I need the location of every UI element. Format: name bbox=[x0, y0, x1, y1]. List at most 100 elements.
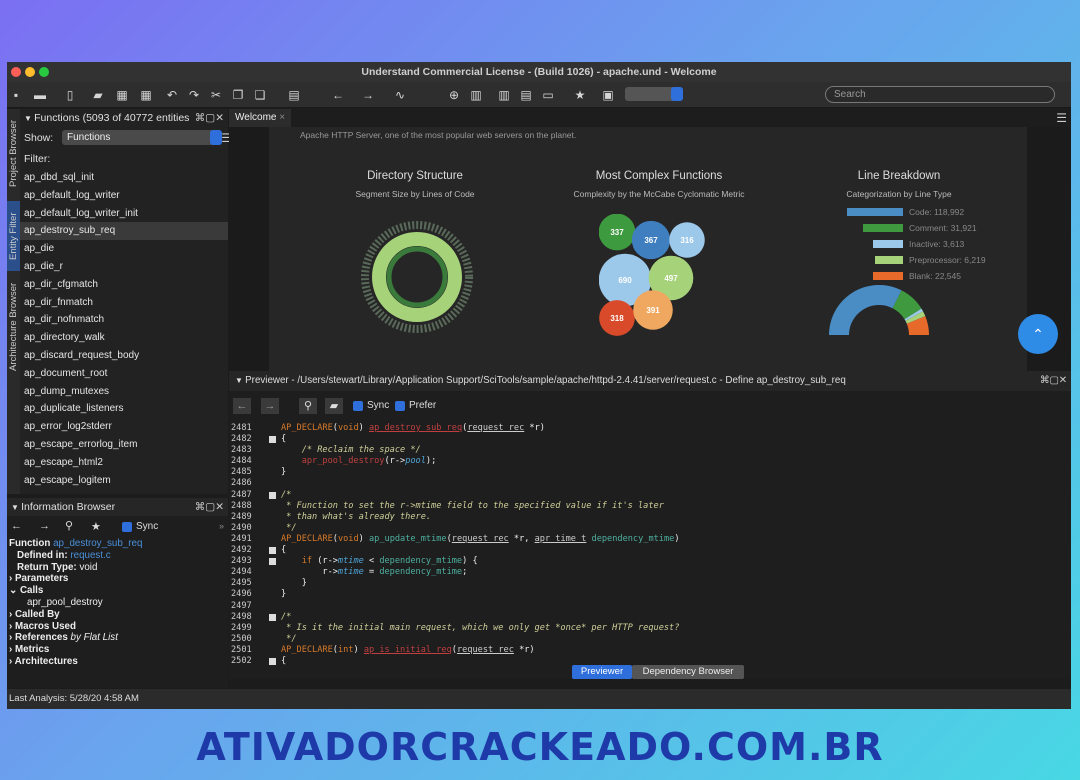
prev-back-icon[interactable]: ← bbox=[233, 398, 251, 414]
info-panel-controls-icon[interactable]: ⌘▢✕ bbox=[195, 498, 224, 516]
document-icon[interactable]: ▤ bbox=[287, 88, 301, 102]
tab-previewer[interactable]: Previewer bbox=[572, 665, 632, 679]
open-folder-icon[interactable]: ▰ bbox=[91, 88, 105, 102]
call-item[interactable]: apr_pool_destroy bbox=[9, 597, 228, 609]
function-list-item[interactable]: ap_duplicate_listeners bbox=[20, 400, 228, 418]
close-tab-icon[interactable]: × bbox=[279, 112, 285, 123]
layout-split-icon[interactable]: ▤ bbox=[519, 88, 533, 102]
tab-welcome[interactable]: Welcome × bbox=[229, 109, 292, 127]
save-icon[interactable]: ▦ bbox=[115, 88, 129, 102]
function-list-item[interactable]: ap_dir_nofnmatch bbox=[20, 311, 228, 329]
show-select[interactable]: Functions bbox=[62, 130, 218, 145]
function-list-item[interactable]: ap_dump_mutexes bbox=[20, 383, 228, 401]
previewer-controls-icon[interactable]: ⌘▢✕ bbox=[1040, 371, 1067, 391]
function-list-item[interactable]: ap_directory_walk bbox=[20, 329, 228, 347]
search-icon[interactable]: ⚲ bbox=[65, 519, 73, 532]
expand-icon[interactable]: » bbox=[219, 521, 224, 531]
pie-slice[interactable] bbox=[829, 285, 902, 335]
function-list-item[interactable]: ap_dir_fnmatch bbox=[20, 294, 228, 312]
function-list-item[interactable]: ap_document_root bbox=[20, 365, 228, 383]
dir-chart-title: Directory Structure bbox=[367, 170, 463, 182]
references-node[interactable]: › References by Flat List bbox=[9, 632, 228, 644]
panel-controls-icon[interactable]: ⌘▢✕ bbox=[195, 109, 224, 127]
code-view[interactable]: 2481 AP_DECLARE(void) ap_destroy_sub_req(… bbox=[229, 423, 1071, 679]
functions-title: Functions (5093 of 40772 entities bbox=[34, 112, 190, 124]
globe-icon[interactable]: ⊕ bbox=[447, 88, 461, 102]
book-icon[interactable]: ▬ bbox=[33, 88, 47, 102]
directory-structure-chart[interactable] bbox=[359, 219, 479, 339]
code-line: 2492{ bbox=[231, 545, 287, 556]
bubble-label: 318 bbox=[610, 314, 624, 323]
code-line: 2482{ bbox=[231, 434, 287, 445]
save-all-icon[interactable]: ▦ bbox=[139, 88, 153, 102]
report-icon[interactable]: ▥ bbox=[469, 88, 483, 102]
search-input[interactable]: Search bbox=[825, 86, 1055, 103]
tab-dependency-browser[interactable]: Dependency Browser bbox=[632, 665, 744, 679]
defined-label: Defined in: bbox=[17, 549, 68, 561]
bookmark-icon[interactable]: ▣ bbox=[601, 88, 615, 102]
paste-icon[interactable]: ❏ bbox=[253, 88, 267, 102]
welcome-menu-icon[interactable]: ☰ bbox=[1056, 111, 1067, 125]
cut-icon[interactable]: ✂ bbox=[209, 88, 223, 102]
function-list-item[interactable]: ap_escape_logitem bbox=[20, 472, 228, 490]
forward-arrow-icon[interactable]: → bbox=[361, 88, 375, 102]
star-menu-icon[interactable]: ★ bbox=[91, 520, 101, 533]
prev-sync-checkbox[interactable] bbox=[353, 401, 363, 411]
star-icon[interactable]: ★ bbox=[573, 88, 587, 102]
new-project-icon[interactable]: ▪ bbox=[9, 88, 23, 102]
prev-folder-icon[interactable]: ▰ bbox=[325, 398, 343, 414]
legend-swatch bbox=[847, 208, 903, 216]
parameters-node[interactable]: › Parameters bbox=[9, 573, 228, 585]
prev-forward-icon[interactable]: → bbox=[261, 398, 279, 414]
function-list-item[interactable]: ap_die bbox=[20, 240, 228, 258]
prev-sync-label: Sync bbox=[367, 400, 390, 411]
tab-project-browser[interactable]: Project Browser bbox=[7, 109, 20, 197]
tab-architecture-browser[interactable]: Architecture Browser bbox=[7, 277, 20, 377]
prev-search-icon[interactable]: ⚲ bbox=[299, 398, 317, 414]
function-list-item[interactable]: ap_die_r bbox=[20, 258, 228, 276]
back-icon[interactable]: ← bbox=[11, 520, 22, 532]
function-label: Function bbox=[9, 538, 51, 549]
function-list-item[interactable]: ap_escape_errorlog_item bbox=[20, 436, 228, 454]
forward-icon[interactable]: → bbox=[39, 520, 50, 532]
minimize-window-button[interactable] bbox=[25, 67, 35, 77]
graph-icon[interactable]: ∿ bbox=[393, 88, 407, 102]
architectures-node[interactable]: › Architectures bbox=[9, 656, 228, 668]
layout-single-icon[interactable]: ▭ bbox=[541, 88, 555, 102]
undo-icon[interactable]: ↶ bbox=[165, 88, 179, 102]
function-list-item[interactable]: ap_destroy_sub_req bbox=[20, 222, 228, 241]
code-line: 2486 bbox=[231, 478, 252, 489]
scroll-top-button[interactable]: ⌃ bbox=[1018, 314, 1058, 354]
macros-node[interactable]: › Macros Used bbox=[9, 621, 228, 633]
back-arrow-icon[interactable]: ← bbox=[331, 88, 345, 102]
metrics-node[interactable]: › Metrics bbox=[9, 644, 228, 656]
function-list-item[interactable]: ap_dbd_sql_init bbox=[20, 169, 228, 187]
function-list-item[interactable]: ap_discard_request_body bbox=[20, 347, 228, 365]
copy-icon[interactable]: ❐ bbox=[231, 88, 245, 102]
defined-link[interactable]: request.c bbox=[70, 550, 110, 561]
function-list-item[interactable]: ap_escape_html2 bbox=[20, 454, 228, 472]
scope-dropdown[interactable] bbox=[625, 87, 683, 101]
close-window-button[interactable] bbox=[11, 67, 21, 77]
toolbar: ▪ ▬ ▯ ▰ ▦ ▦ ↶ ↷ ✂ ❐ ❏ ▤ ← → ∿ ⊕ ▥ ▥ ▤ ▭ … bbox=[7, 82, 1071, 108]
function-link[interactable]: ap_destroy_sub_req bbox=[53, 538, 142, 549]
welcome-pane: Welcome × ☰ Apache HTTP Server, one of t… bbox=[229, 109, 1071, 371]
line-breakdown-chart[interactable] bbox=[829, 277, 929, 339]
redo-icon[interactable]: ↷ bbox=[187, 88, 201, 102]
calls-node[interactable]: ⌄ Calls bbox=[9, 585, 228, 597]
function-list-item[interactable]: ap_default_log_writer bbox=[20, 187, 228, 205]
function-list-item[interactable]: ap_default_log_writer_init bbox=[20, 205, 228, 223]
prev-prefer-checkbox[interactable] bbox=[395, 401, 405, 411]
code-line: 2489 * than what's already there. bbox=[231, 511, 432, 522]
info-header: ▼ Information Browser ⌘▢✕ bbox=[7, 498, 228, 516]
info-title: Information Browser bbox=[21, 501, 116, 513]
function-list-item[interactable]: ap_dir_cfgmatch bbox=[20, 276, 228, 294]
new-file-icon[interactable]: ▯ bbox=[63, 88, 77, 102]
tab-entity-filter[interactable]: Entity Filter bbox=[7, 201, 20, 271]
called-by-node[interactable]: › Called By bbox=[9, 609, 228, 621]
complex-functions-chart[interactable]: 337 367 316 690 497 318 391 bbox=[599, 214, 719, 339]
sync-checkbox[interactable] bbox=[122, 522, 132, 532]
layout-columns-icon[interactable]: ▥ bbox=[497, 88, 511, 102]
function-list-item[interactable]: ap_error_log2stderr bbox=[20, 418, 228, 436]
zoom-window-button[interactable] bbox=[39, 67, 49, 77]
